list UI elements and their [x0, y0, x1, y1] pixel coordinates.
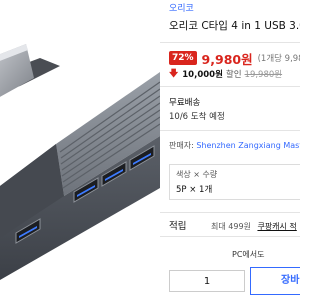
divider — [160, 130, 300, 131]
seller-info: 판매자: Shenzhen Zangxiang Master Tec — [169, 140, 300, 151]
quantity-input[interactable]: 1 — [169, 270, 245, 292]
option-title: 색상 × 수량 — [176, 170, 218, 179]
shipping-label: 무료배송 — [169, 98, 201, 108]
product-title: 오리코 C타입 4 in 1 USB 3.0 T — [169, 20, 300, 32]
price-row: 72% 9,980원 (1개당 9,980원 — [169, 51, 300, 67]
original-price: 19,980원 — [244, 70, 283, 80]
coupang-cash-link[interactable]: 쿠팡캐시 적 — [257, 222, 296, 231]
divider — [160, 212, 300, 213]
product-info-panel: 오리코 오리코 C타입 4 in 1 USB 3.0 T 72% 9,980원 … — [160, 0, 300, 300]
divider — [160, 236, 300, 237]
unit-price: (1개당 9,980원 — [257, 54, 300, 64]
seller-label: 판매자: — [169, 141, 194, 150]
seller-name-link[interactable]: Shenzhen Zangxiang Master Tec — [196, 141, 300, 150]
savings-amount: 최대 499원 — [211, 222, 251, 231]
arrival-date: 10/6 도착 예정 — [169, 112, 225, 122]
coupon-row: 🡇 10,000원 할인 19,980원 — [169, 66, 282, 82]
sale-price: 9,980원 — [201, 51, 253, 67]
discount-badge: 72% — [169, 51, 197, 65]
option-value: 5P × 1개 — [176, 185, 213, 195]
divider — [160, 42, 300, 43]
savings-text: 최대 499원 쿠팡캐시 적 — [211, 221, 297, 232]
down-arrow-icon: 🡇 — [169, 69, 179, 79]
coupon-price: 10,000원 — [182, 70, 223, 80]
coupon-label: 할인 — [225, 70, 242, 80]
pc-notice: PC에서도 — [232, 250, 265, 259]
add-to-cart-button[interactable]: 장바 — [250, 267, 300, 295]
divider — [160, 86, 300, 87]
savings-label: 적립 — [169, 221, 187, 232]
option-selector[interactable]: 색상 × 수량 5P × 1개 — [169, 164, 300, 200]
usb-hub-illustration — [0, 44, 160, 280]
brand-link[interactable]: 오리코 — [169, 1, 194, 14]
product-image[interactable] — [0, 18, 160, 280]
